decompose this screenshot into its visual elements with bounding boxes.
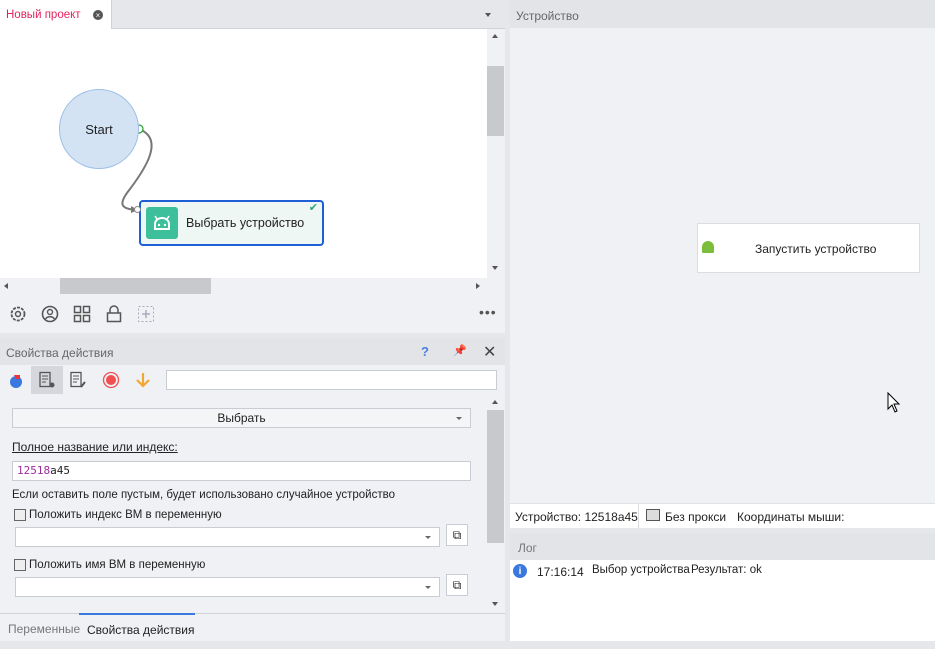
launch-device-label: Запустить устройство: [755, 242, 877, 256]
proxy-icon: [646, 509, 660, 521]
log-entry[interactable]: i 17:16:14 Выбор устройства Результат: o…: [510, 562, 935, 580]
log-panel: Лог i 17:16:14 Выбор устройства Результа…: [510, 533, 935, 641]
horizontal-scrollbar[interactable]: [0, 278, 487, 294]
status-device: Устройство: 12518a45: [515, 510, 638, 524]
mouse-cursor-icon: [887, 392, 901, 413]
vertical-scrollbar[interactable]: [487, 29, 504, 278]
status-bar: Устройство: 12518a45 Без прокси Координа…: [510, 503, 935, 529]
properties-content: Выбрать Полное название или индекс: 1251…: [0, 395, 487, 613]
close-icon[interactable]: ✕: [483, 342, 496, 362]
log-message: Выбор устройства: [592, 564, 690, 576]
name-variable-select[interactable]: [15, 577, 440, 597]
launch-device-button[interactable]: Запустить устройство: [697, 223, 920, 273]
device-name-input[interactable]: 12518a45: [12, 461, 471, 481]
start-label: Start: [85, 121, 113, 137]
scroll-thumb[interactable]: [60, 278, 211, 294]
tab-project-label: Новый проект: [6, 9, 81, 21]
user-icon[interactable]: [40, 304, 60, 324]
status-mouse: Координаты мыши:: [737, 510, 845, 524]
hint-text: Если оставить поле пустым, будет использ…: [12, 489, 395, 501]
project-panel: Новый проект × Start Выбрать устройство …: [0, 0, 505, 333]
status-proxy: Без прокси: [665, 510, 727, 524]
canvas[interactable]: Start Выбрать устройство ✔: [0, 29, 487, 278]
field-label: Полное название или индекс:: [12, 440, 178, 454]
device-header: Устройство: [510, 0, 935, 28]
search-input[interactable]: [166, 370, 497, 390]
tab-project[interactable]: Новый проект ×: [0, 0, 112, 29]
action-settings-icon[interactable]: [31, 366, 63, 394]
field-value-rest: a45: [50, 464, 70, 477]
device-panel: Устройство Запустить устройство Устройст…: [510, 0, 935, 529]
properties-title: Свойства действия: [6, 346, 114, 360]
tab-action-properties-label: Свойства действия: [87, 623, 195, 637]
scroll-thumb[interactable]: [487, 66, 504, 136]
canvas-left-edge-ring: [134, 206, 141, 213]
log-time: 17:16:14: [537, 565, 584, 579]
check-icon: ✔: [308, 202, 318, 214]
floppy-icon: [14, 509, 26, 521]
pin-icon[interactable]: 📌: [453, 344, 467, 357]
field-value-digits: 12518: [17, 464, 51, 477]
copy-icon[interactable]: ⧉: [446, 574, 468, 596]
grid-icon[interactable]: [72, 304, 92, 324]
start-node[interactable]: Start: [59, 89, 139, 169]
edit-icon[interactable]: [67, 369, 89, 391]
tab-list-chevron-icon[interactable]: [485, 13, 491, 17]
settings-icon[interactable]: [8, 304, 28, 324]
log-title: Лог: [518, 541, 537, 555]
properties-panel: Свойства действия ? 📌 ✕ Выбрать Полное н…: [0, 338, 505, 641]
lock-icon[interactable]: [104, 304, 124, 324]
add-icon[interactable]: [136, 304, 156, 324]
save-index-label: Положить индекс ВМ в переменную: [29, 509, 222, 521]
log-result: Результат: ok: [691, 564, 762, 576]
floppy-icon: [14, 559, 26, 571]
index-variable-select[interactable]: [15, 527, 440, 547]
info-icon: i: [513, 564, 527, 578]
close-icon[interactable]: ×: [93, 10, 103, 20]
arrow-down-icon[interactable]: [132, 369, 154, 391]
more-icon[interactable]: •••: [479, 304, 497, 320]
device-title: Устройство: [516, 9, 579, 23]
tab-variables[interactable]: Переменные: [8, 622, 80, 636]
logo-icon[interactable]: [6, 371, 26, 391]
copy-icon[interactable]: ⧉: [446, 524, 468, 546]
action-node[interactable]: Выбрать устройство ✔: [139, 200, 324, 246]
help-icon[interactable]: ?: [421, 344, 429, 359]
save-name-label: Положить имя ВМ в переменную: [29, 559, 206, 571]
android-icon: [146, 207, 178, 239]
select-value: Выбрать: [217, 411, 266, 425]
select-dropdown[interactable]: Выбрать: [12, 408, 471, 428]
android-icon: [702, 241, 714, 253]
tab-action-properties[interactable]: Свойства действия: [79, 613, 195, 641]
action-node-label: Выбрать устройство: [186, 216, 305, 230]
properties-header: Свойства действия ? 📌 ✕: [0, 338, 505, 365]
log-header: Лог: [510, 533, 935, 560]
record-icon[interactable]: [100, 369, 122, 391]
bottom-tabs: Переменные Свойства действия: [0, 613, 505, 641]
scroll-thumb[interactable]: [487, 410, 504, 543]
properties-scrollbar[interactable]: [487, 395, 504, 613]
